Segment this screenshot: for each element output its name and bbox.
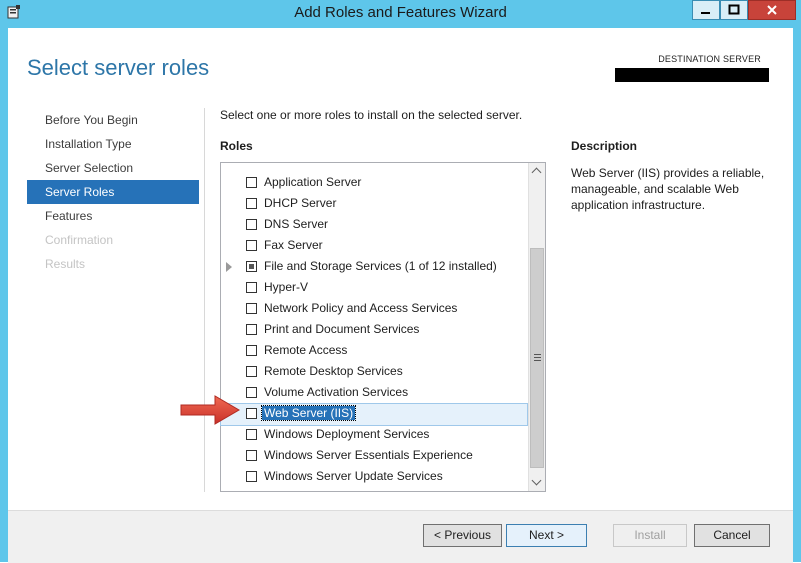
description-heading: Description bbox=[571, 139, 638, 153]
title-bar[interactable]: Add Roles and Features Wizard bbox=[0, 0, 801, 26]
destination-server-redacted bbox=[615, 68, 769, 82]
maximize-icon bbox=[728, 4, 740, 15]
destination-server-label: DESTINATION SERVER bbox=[658, 54, 761, 64]
nav-item-results: Results bbox=[45, 257, 86, 271]
nav-divider bbox=[204, 108, 205, 492]
role-row-windows-server-update[interactable]: Windows Server Update Services bbox=[221, 467, 527, 488]
red-arrow-icon bbox=[180, 395, 240, 425]
role-label: DNS Server bbox=[264, 217, 329, 231]
role-label: Remote Access bbox=[264, 343, 348, 357]
nav-item-server-roles[interactable]: Server Roles bbox=[27, 180, 199, 204]
minimize-icon bbox=[701, 12, 710, 14]
role-row-remote-desktop[interactable]: Remote Desktop Services bbox=[221, 362, 527, 383]
role-label: Hyper-V bbox=[264, 280, 309, 294]
chevron-up-icon bbox=[531, 167, 542, 178]
wizard-content: Select server roles DESTINATION SERVER B… bbox=[8, 28, 793, 563]
nav-item-server-selection[interactable]: Server Selection bbox=[27, 156, 199, 180]
role-row-hyper-v[interactable]: Hyper-V bbox=[221, 278, 527, 299]
previous-button[interactable]: < Previous bbox=[423, 524, 502, 547]
role-checkbox[interactable] bbox=[246, 324, 257, 335]
role-checkbox[interactable] bbox=[246, 303, 257, 314]
role-row-fax-server[interactable]: Fax Server bbox=[221, 236, 527, 257]
nav-item-installation-type[interactable]: Installation Type bbox=[27, 132, 199, 156]
cancel-button[interactable]: Cancel bbox=[694, 524, 770, 547]
role-label: Application Server bbox=[264, 175, 362, 189]
role-row-dns-server[interactable]: DNS Server bbox=[221, 215, 527, 236]
role-checkbox[interactable] bbox=[246, 450, 257, 461]
window-title: Add Roles and Features Wizard bbox=[294, 4, 507, 21]
role-row-network-policy[interactable]: Network Policy and Access Services bbox=[221, 299, 527, 320]
role-label: Windows Server Essentials Experience bbox=[264, 448, 473, 462]
role-label: Network Policy and Access Services bbox=[264, 301, 458, 315]
roles-heading: Roles bbox=[220, 139, 253, 153]
nav-item-before-you-begin[interactable]: Before You Begin bbox=[27, 108, 199, 132]
minimize-button[interactable] bbox=[692, 0, 720, 20]
role-label: Windows Server Update Services bbox=[264, 469, 443, 483]
close-icon bbox=[767, 5, 777, 15]
role-checkbox[interactable] bbox=[246, 387, 257, 398]
role-checkbox[interactable] bbox=[246, 471, 257, 482]
role-row-dhcp-server[interactable]: DHCP Server bbox=[221, 194, 527, 215]
role-checkbox[interactable] bbox=[246, 198, 257, 209]
wizard-nav: Before You Begin Installation Type Serve… bbox=[27, 108, 199, 276]
role-checkbox[interactable] bbox=[246, 429, 257, 440]
role-label: Volume Activation Services bbox=[264, 385, 409, 399]
role-checkbox[interactable] bbox=[246, 240, 257, 251]
role-label: DHCP Server bbox=[264, 196, 337, 210]
role-label: Remote Desktop Services bbox=[264, 364, 403, 378]
page-title: Select server roles bbox=[27, 55, 210, 80]
roles-list-box[interactable]: Application Server DHCP Server DNS Serve… bbox=[220, 162, 546, 492]
chevron-down-icon bbox=[531, 475, 542, 486]
scroll-thumb[interactable] bbox=[530, 248, 544, 468]
next-button[interactable]: Next > bbox=[506, 524, 587, 547]
role-label: Web Server (IIS) bbox=[260, 405, 357, 421]
roles-list: Application Server DHCP Server DNS Serve… bbox=[220, 173, 528, 488]
role-checkbox[interactable] bbox=[246, 219, 257, 230]
role-row-application-server[interactable]: Application Server bbox=[221, 173, 527, 194]
role-label: Windows Deployment Services bbox=[264, 427, 430, 441]
description-text: Web Server (IIS) provides a reliable, ma… bbox=[571, 166, 765, 212]
nav-item-features[interactable]: Features bbox=[27, 204, 199, 228]
role-checkbox-partial[interactable] bbox=[246, 261, 257, 272]
role-row-web-server-iis[interactable]: Web Server (IIS) bbox=[220, 403, 528, 426]
role-row-windows-server-essentials[interactable]: Windows Server Essentials Experience bbox=[221, 446, 527, 467]
wizard-window: Add Roles and Features Wizard Select ser… bbox=[0, 0, 801, 563]
instruction-text: Select one or more roles to install on t… bbox=[220, 108, 523, 122]
roles-scrollbar[interactable] bbox=[528, 163, 545, 491]
maximize-button[interactable] bbox=[720, 0, 748, 20]
role-row-volume-activation[interactable]: Volume Activation Services bbox=[221, 383, 527, 404]
role-label: Fax Server bbox=[264, 238, 323, 252]
role-row-windows-deployment[interactable]: Windows Deployment Services bbox=[221, 425, 527, 446]
wizard-footer: < Previous Next > Install Cancel bbox=[8, 510, 793, 563]
scroll-up-button[interactable] bbox=[529, 163, 545, 180]
role-checkbox[interactable] bbox=[246, 345, 257, 356]
role-checkbox[interactable] bbox=[246, 366, 257, 377]
install-button: Install bbox=[613, 524, 687, 547]
role-label: File and Storage Services (1 of 12 insta… bbox=[264, 259, 497, 273]
close-button[interactable] bbox=[748, 0, 796, 20]
expand-arrow-icon[interactable] bbox=[226, 262, 232, 272]
role-row-remote-access[interactable]: Remote Access bbox=[221, 341, 527, 362]
nav-item-confirmation: Confirmation bbox=[45, 233, 114, 247]
grip-icon bbox=[534, 354, 541, 355]
role-row-print-and-document[interactable]: Print and Document Services bbox=[221, 320, 527, 341]
scroll-down-button[interactable] bbox=[529, 474, 545, 491]
role-checkbox[interactable] bbox=[246, 408, 257, 419]
role-row-file-and-storage-services[interactable]: File and Storage Services (1 of 12 insta… bbox=[221, 257, 527, 278]
role-checkbox[interactable] bbox=[246, 282, 257, 293]
role-checkbox[interactable] bbox=[246, 177, 257, 188]
role-label: Print and Document Services bbox=[264, 322, 420, 336]
